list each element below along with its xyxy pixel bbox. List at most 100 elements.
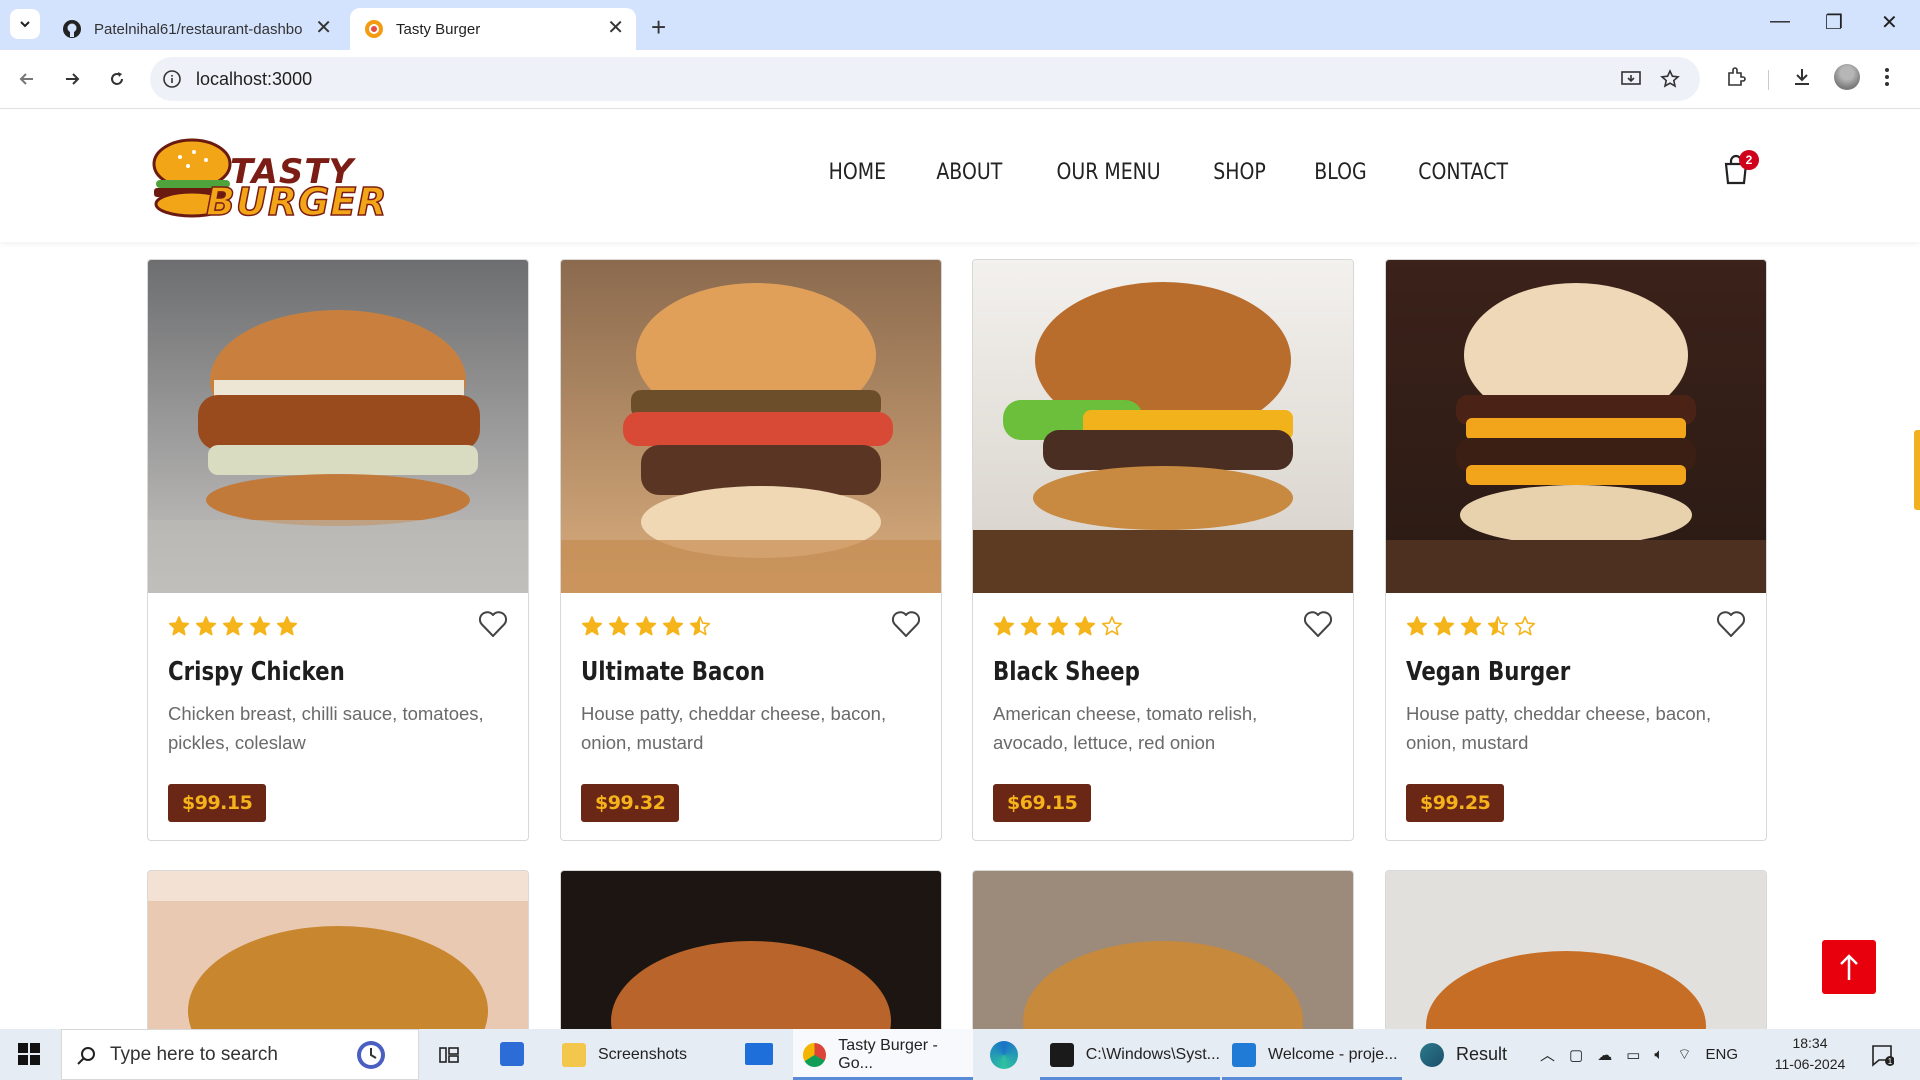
star-half-icon xyxy=(1487,616,1509,636)
product-image xyxy=(561,871,941,1029)
tab-title: Tasty Burger xyxy=(396,20,481,38)
taskbar-clock[interactable]: 18:34 11-06-2024 xyxy=(1770,1033,1850,1075)
heart-icon[interactable] xyxy=(1303,610,1333,638)
nav-link-home[interactable]: HOME xyxy=(829,160,886,185)
nav-link-about[interactable]: ABOUT xyxy=(936,160,1002,185)
mail-icon[interactable] xyxy=(745,1043,773,1065)
language-indicator[interactable]: ENG xyxy=(1706,1046,1739,1063)
star-empty-icon xyxy=(1514,616,1536,636)
price-badge[interactable]: $99.15 xyxy=(168,784,267,822)
scroll-progress-indicator xyxy=(1914,430,1920,510)
price-badge[interactable]: $99.32 xyxy=(581,784,680,822)
meet-now-icon[interactable]: ▢ xyxy=(1569,1046,1583,1064)
restore-icon[interactable]: ❐ xyxy=(1825,10,1843,35)
product-grid: Crispy Chicken Chicken breast, chilli sa… xyxy=(0,242,1920,1029)
windows-start-icon[interactable] xyxy=(18,1043,40,1065)
product-name: Vegan Burger xyxy=(1406,657,1571,687)
reload-button[interactable] xyxy=(102,64,132,94)
result-app-icon xyxy=(1420,1042,1444,1067)
price-badge[interactable]: $69.15 xyxy=(993,784,1092,822)
microsoft-store-icon[interactable] xyxy=(500,1042,524,1066)
close-window-icon[interactable]: ✕ xyxy=(1881,10,1898,35)
rating-stars xyxy=(993,615,1333,639)
info-icon[interactable] xyxy=(162,69,182,89)
clock-widget-icon xyxy=(357,1041,385,1069)
taskbar-search-box[interactable]: Type here to search xyxy=(61,1029,419,1080)
star-full-icon xyxy=(993,616,1015,636)
address-bar[interactable]: localhost:3000 xyxy=(150,57,1700,101)
star-full-icon xyxy=(1460,616,1482,636)
chevron-up-icon[interactable]: ︿ xyxy=(1540,1044,1555,1065)
product-card[interactable] xyxy=(972,870,1354,1029)
star-full-icon xyxy=(1433,616,1455,636)
kebab-menu-icon[interactable] xyxy=(1882,65,1892,89)
bookmark-star-icon[interactable] xyxy=(1660,69,1680,89)
search-icon xyxy=(77,1047,95,1065)
github-icon xyxy=(63,20,81,38)
product-card[interactable] xyxy=(147,870,529,1029)
back-button[interactable] xyxy=(12,64,42,94)
star-full-icon xyxy=(608,616,630,636)
close-tab-icon[interactable]: ✕ xyxy=(607,18,624,38)
product-card[interactable] xyxy=(560,870,942,1029)
product-card[interactable]: Vegan Burger House patty, cheddar cheese… xyxy=(1385,259,1767,841)
product-image xyxy=(148,260,528,593)
edge-icon[interactable] xyxy=(990,1041,1018,1069)
product-name: Crispy Chicken xyxy=(168,657,345,687)
reload-icon xyxy=(111,72,123,85)
product-card[interactable]: Ultimate Bacon House patty, cheddar chee… xyxy=(560,259,942,841)
taskbar-app-result[interactable]: Result xyxy=(1410,1029,1520,1080)
taskbar-app-screenshots[interactable]: Screenshots xyxy=(552,1029,724,1080)
heart-icon[interactable] xyxy=(891,610,921,638)
rating-stars xyxy=(581,615,921,639)
product-card[interactable]: Crispy Chicken Chicken breast, chilli sa… xyxy=(147,259,529,841)
task-view-icon[interactable] xyxy=(438,1044,460,1066)
product-image xyxy=(1386,871,1766,1029)
star-full-icon xyxy=(635,616,657,636)
star-full-icon xyxy=(276,616,298,636)
nav-link-contact[interactable]: CONTACT xyxy=(1418,160,1508,185)
cart-button[interactable]: 2 xyxy=(1722,150,1759,186)
terminal-icon xyxy=(1050,1042,1074,1067)
tab-search-button[interactable] xyxy=(10,9,40,39)
product-image xyxy=(148,871,528,1029)
nav-link-our-menu[interactable]: OUR MENU xyxy=(1056,160,1160,185)
volume-icon[interactable]: 🔈︎ xyxy=(1654,1046,1663,1063)
close-tab-icon[interactable]: ✕ xyxy=(315,18,332,38)
browser-tab-github[interactable]: Patelnihal61/restaurant-dashbo ✕ xyxy=(48,8,344,50)
chevron-down-icon xyxy=(20,21,30,28)
wifi-icon[interactable]: ⌔ xyxy=(1677,1045,1691,1064)
extensions-icon[interactable] xyxy=(1724,65,1748,89)
product-card[interactable] xyxy=(1385,870,1767,1029)
profile-avatar[interactable] xyxy=(1834,64,1860,90)
taskbar-app-vscode[interactable]: Welcome - proje... xyxy=(1222,1029,1402,1080)
minimize-icon[interactable]: — xyxy=(1770,10,1790,33)
download-icon[interactable] xyxy=(1790,65,1814,89)
chrome-icon xyxy=(803,1042,827,1067)
nav-link-blog[interactable]: BLOG xyxy=(1314,160,1366,185)
notifications-icon[interactable]: 1 xyxy=(1870,1043,1894,1067)
onedrive-icon[interactable]: ☁ xyxy=(1597,1046,1612,1064)
rating-stars xyxy=(168,615,508,639)
heart-icon[interactable] xyxy=(478,610,508,638)
heart-icon[interactable] xyxy=(1716,610,1746,638)
taskbar-app-cmd[interactable]: C:\Windows\Syst... xyxy=(1040,1029,1220,1080)
battery-icon[interactable]: ▭ xyxy=(1626,1046,1640,1064)
scroll-to-top-button[interactable] xyxy=(1822,940,1876,994)
new-tab-button[interactable]: + xyxy=(651,12,666,43)
arrow-up-icon xyxy=(1840,954,1858,980)
browser-tab-tasty-burger[interactable]: Tasty Burger ✕ xyxy=(350,8,636,50)
tasty-burger-logo[interactable]: TASTY BURGER xyxy=(150,128,387,225)
arrow-right-icon xyxy=(66,73,80,85)
forward-button[interactable] xyxy=(57,64,87,94)
install-app-icon[interactable] xyxy=(1620,69,1642,89)
star-full-icon xyxy=(222,616,244,636)
price-badge[interactable]: $99.25 xyxy=(1406,784,1505,822)
taskbar-app-chrome[interactable]: Tasty Burger - Go... xyxy=(793,1029,973,1080)
product-card-body: Vegan Burger House patty, cheddar cheese… xyxy=(1406,605,1746,822)
product-card[interactable]: Black Sheep American cheese, tomato reli… xyxy=(972,259,1354,841)
folder-icon xyxy=(562,1042,586,1067)
product-card-body: Ultimate Bacon House patty, cheddar chee… xyxy=(581,605,921,822)
tab-title: Patelnihal61/restaurant-dashbo xyxy=(94,20,303,38)
nav-link-shop[interactable]: SHOP xyxy=(1213,160,1266,185)
